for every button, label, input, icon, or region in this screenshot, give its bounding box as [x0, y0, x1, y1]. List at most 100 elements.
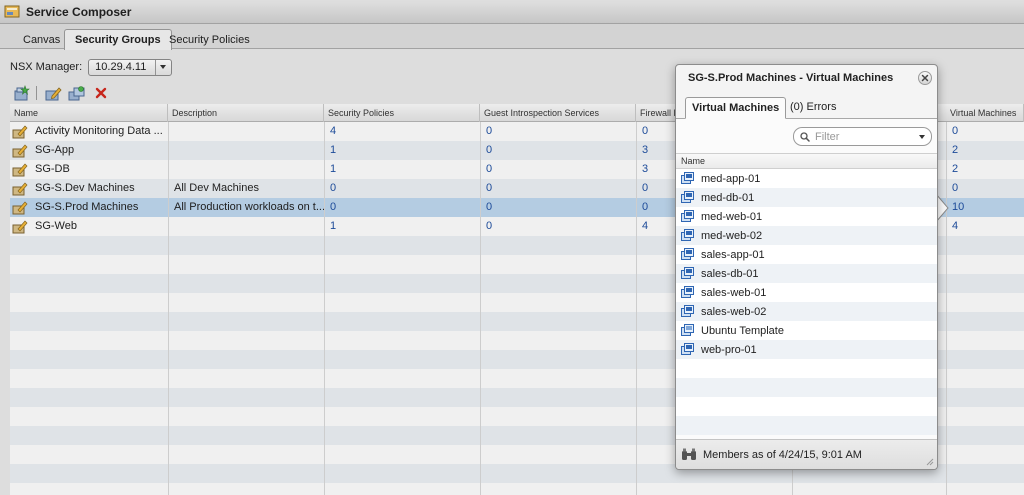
vm-list: med-app-01 med-db-01 med-web-01 med-web-… — [676, 169, 937, 435]
list-item[interactable]: med-web-01 — [676, 207, 937, 226]
row-security-policies[interactable]: 4 — [324, 122, 480, 141]
virtual-machine-icon — [681, 305, 694, 317]
tab-errors[interactable]: (0) Errors — [784, 97, 842, 119]
tab-security-groups[interactable]: Security Groups — [64, 29, 172, 50]
virtual-machine-icon — [681, 210, 694, 222]
virtual-machines-popup: SG-S.Prod Machines - Virtual Machines Vi… — [675, 64, 938, 470]
list-item[interactable]: Ubuntu Template — [676, 321, 937, 340]
row-description — [168, 122, 324, 141]
tab-virtual-machines[interactable]: Virtual Machines — [685, 97, 787, 119]
popup-tabs: Virtual Machines (0) Errors — [676, 95, 937, 119]
list-item[interactable]: med-web-02 — [676, 226, 937, 245]
row-guest-introspection[interactable]: 0 — [480, 141, 636, 160]
copy-security-group-button[interactable] — [67, 84, 87, 102]
service-composer-app: Service Composer Canvas Security Groups … — [0, 0, 1024, 495]
delete-icon — [95, 87, 107, 99]
delete-button[interactable] — [91, 84, 111, 102]
resize-grip-icon[interactable] — [926, 458, 934, 466]
row-virtual-machines[interactable]: 2 — [946, 141, 1024, 160]
service-composer-icon — [4, 5, 20, 17]
empty-row — [10, 483, 1024, 495]
virtual-machine-icon — [681, 286, 694, 298]
row-guest-introspection[interactable]: 0 — [480, 179, 636, 198]
close-icon — [921, 74, 929, 82]
row-name-cell: SG-App — [10, 141, 168, 160]
edit-security-group-button[interactable] — [43, 84, 63, 102]
empty-list-row — [676, 416, 937, 435]
popup-close-button[interactable] — [918, 71, 932, 85]
row-name-cell: SG-Web — [10, 217, 168, 236]
row-security-policies[interactable]: 1 — [324, 217, 480, 236]
vm-list-header[interactable]: Name — [676, 153, 937, 169]
filter-placeholder: Filter — [815, 130, 840, 143]
row-description — [168, 217, 324, 236]
row-guest-introspection[interactable]: 0 — [480, 198, 636, 217]
chevron-down-icon — [160, 65, 167, 69]
search-icon — [800, 131, 810, 142]
column-header-description[interactable]: Description — [168, 104, 324, 122]
row-security-policies[interactable]: 1 — [324, 160, 480, 179]
virtual-machine-icon — [681, 248, 694, 260]
row-name-cell: SG-S.Dev Machines — [10, 179, 168, 198]
row-guest-introspection[interactable]: 0 — [480, 122, 636, 141]
new-security-group-icon — [14, 85, 30, 101]
empty-list-row — [676, 378, 937, 397]
tab-security-policies[interactable]: Security Policies — [158, 29, 261, 50]
security-group-icon — [12, 143, 28, 157]
row-virtual-machines[interactable]: 0 — [946, 179, 1024, 198]
row-name-cell: SG-DB — [10, 160, 168, 179]
security-group-icon — [12, 181, 28, 195]
row-virtual-machines[interactable]: 10 — [946, 198, 1024, 217]
column-header-guest-introspection[interactable]: Guest Introspection Services — [480, 104, 636, 122]
binoculars-icon — [682, 448, 696, 460]
filter-input[interactable]: Filter — [793, 127, 932, 146]
nsx-manager-select[interactable]: 10.29.4.11 — [88, 58, 173, 76]
chevron-down-icon[interactable] — [919, 134, 925, 139]
column-header-security-policies[interactable]: Security Policies — [324, 104, 480, 122]
tab-canvas[interactable]: Canvas — [12, 29, 71, 50]
popup-title: SG-S.Prod Machines - Virtual Machines — [688, 72, 894, 84]
list-item[interactable]: sales-db-01 — [676, 264, 937, 283]
virtual-machine-icon — [681, 343, 694, 355]
row-security-policies[interactable]: 1 — [324, 141, 480, 160]
list-item[interactable]: sales-web-02 — [676, 302, 937, 321]
copy-security-group-icon — [68, 86, 85, 101]
empty-list-row — [676, 397, 937, 416]
row-guest-introspection[interactable]: 0 — [480, 160, 636, 179]
tab-strip: Canvas Security Groups Security Policies — [0, 24, 1024, 50]
column-header-name[interactable]: Name — [10, 104, 168, 122]
members-timestamp: Members as of 4/24/15, 9:01 AM — [703, 448, 862, 461]
virtual-machine-template-icon — [681, 324, 694, 336]
row-description: All Dev Machines — [174, 182, 259, 194]
list-item[interactable]: sales-app-01 — [676, 245, 937, 264]
toolbar-separator — [36, 86, 37, 100]
row-virtual-machines[interactable]: 0 — [946, 122, 1024, 141]
edit-security-group-icon — [45, 87, 62, 101]
column-header-virtual-machines[interactable]: Virtual Machines — [946, 104, 1024, 122]
list-item[interactable]: med-app-01 — [676, 169, 937, 188]
virtual-machine-icon — [681, 229, 694, 241]
security-group-icon — [12, 124, 28, 138]
empty-list-row — [676, 359, 937, 378]
virtual-machine-icon — [681, 172, 694, 184]
security-group-icon — [12, 200, 28, 214]
list-item[interactable]: web-pro-01 — [676, 340, 937, 359]
title-bar: Service Composer — [0, 0, 1024, 24]
virtual-machine-icon — [681, 267, 694, 279]
row-security-policies[interactable]: 0 — [324, 179, 480, 198]
popup-body: Filter Name med-app-01 med-db-01 med-web… — [676, 119, 937, 439]
virtual-machine-icon — [681, 191, 694, 203]
row-virtual-machines[interactable]: 2 — [946, 160, 1024, 179]
row-virtual-machines[interactable]: 4 — [946, 217, 1024, 236]
list-item[interactable]: med-db-01 — [676, 188, 937, 207]
nsx-manager-label: NSX Manager: — [10, 61, 83, 73]
list-item[interactable]: sales-web-01 — [676, 283, 937, 302]
row-security-policies[interactable]: 0 — [324, 198, 480, 217]
popup-footer: Members as of 4/24/15, 9:01 AM — [676, 439, 937, 469]
window-title: Service Composer — [26, 4, 132, 19]
row-name-cell: Activity Monitoring Data ... — [10, 122, 168, 141]
new-security-group-button[interactable] — [12, 84, 32, 102]
popup-pointer — [936, 194, 949, 222]
toolbar — [12, 84, 115, 102]
row-guest-introspection[interactable]: 0 — [480, 217, 636, 236]
